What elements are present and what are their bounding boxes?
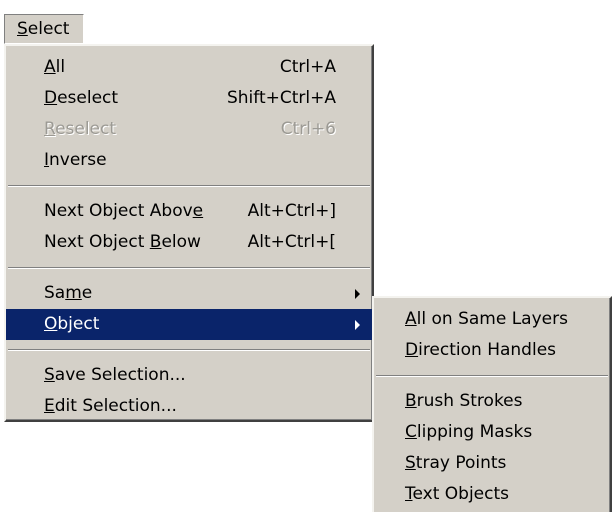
menu-item-label: Brush Strokes: [405, 391, 523, 411]
menu-item-edit-selection[interactable]: Edit Selection...: [6, 391, 372, 422]
menu-item-shortcut: Alt+Ctrl+]: [247, 201, 336, 221]
menu-item-inverse[interactable]: Inverse: [6, 145, 372, 176]
chevron-right-icon: [355, 320, 360, 330]
menu-item-shortcut: Shift+Ctrl+A: [226, 88, 336, 108]
menu-item-label: Same: [44, 283, 93, 303]
menu-item-shortcut: Alt+Ctrl+[: [247, 232, 336, 252]
chevron-right-icon: [355, 289, 360, 299]
menu-item-reselect: Reselect Ctrl+6: [6, 114, 372, 145]
menu-item-shortcut: Ctrl+A: [279, 57, 336, 77]
menu-item-save-selection[interactable]: Save Selection...: [6, 360, 372, 391]
menu-item-next-object-below[interactable]: Next Object Below Alt+Ctrl+[: [6, 227, 372, 258]
submenu-item-text-objects[interactable]: Text Objects: [374, 479, 610, 510]
menu-item-label: Text Objects: [405, 484, 510, 504]
menu-item-label: Next Object Below: [44, 232, 201, 252]
menu-item-label: Inverse: [44, 150, 107, 170]
menubar-select[interactable]: Select: [4, 14, 84, 44]
menu-item-label: Deselect: [44, 88, 119, 108]
object-submenu: All on Same Layers Direction Handles Bru…: [372, 296, 612, 512]
menu-item-label: All on Same Layers: [405, 309, 568, 329]
submenu-item-all-on-same-layers[interactable]: All on Same Layers: [374, 304, 610, 335]
menu-item-label: Direction Handles: [405, 340, 557, 360]
menu-item-label: Next Object Above: [44, 201, 204, 221]
submenu-item-clipping-masks[interactable]: Clipping Masks: [374, 417, 610, 448]
menu-item-label: Object: [44, 314, 100, 334]
submenu-item-stray-points[interactable]: Stray Points: [374, 448, 610, 479]
menu-item-label: Stray Points: [405, 453, 507, 473]
select-menu: All Ctrl+A Deselect Shift+Ctrl+A Reselec…: [4, 44, 374, 422]
menu-separator: [8, 267, 370, 269]
menu-separator: [8, 185, 370, 187]
menu-item-label: Save Selection...: [44, 365, 186, 385]
menu-item-all[interactable]: All Ctrl+A: [6, 52, 372, 83]
menu-item-label: Reselect: [44, 119, 117, 139]
menu-item-object[interactable]: Object: [6, 309, 372, 340]
menu-item-same[interactable]: Same: [6, 278, 372, 309]
menu-item-label: Edit Selection...: [44, 396, 177, 416]
menu-separator: [8, 349, 370, 351]
menu-item-label: All: [44, 57, 66, 77]
menu-separator: [376, 375, 608, 377]
menu-item-next-object-above[interactable]: Next Object Above Alt+Ctrl+]: [6, 196, 372, 227]
menu-item-label: Clipping Masks: [405, 422, 533, 442]
menu-item-shortcut: Ctrl+6: [280, 119, 336, 139]
submenu-item-direction-handles[interactable]: Direction Handles: [374, 335, 610, 366]
submenu-item-brush-strokes[interactable]: Brush Strokes: [374, 386, 610, 417]
menu-item-deselect[interactable]: Deselect Shift+Ctrl+A: [6, 83, 372, 114]
